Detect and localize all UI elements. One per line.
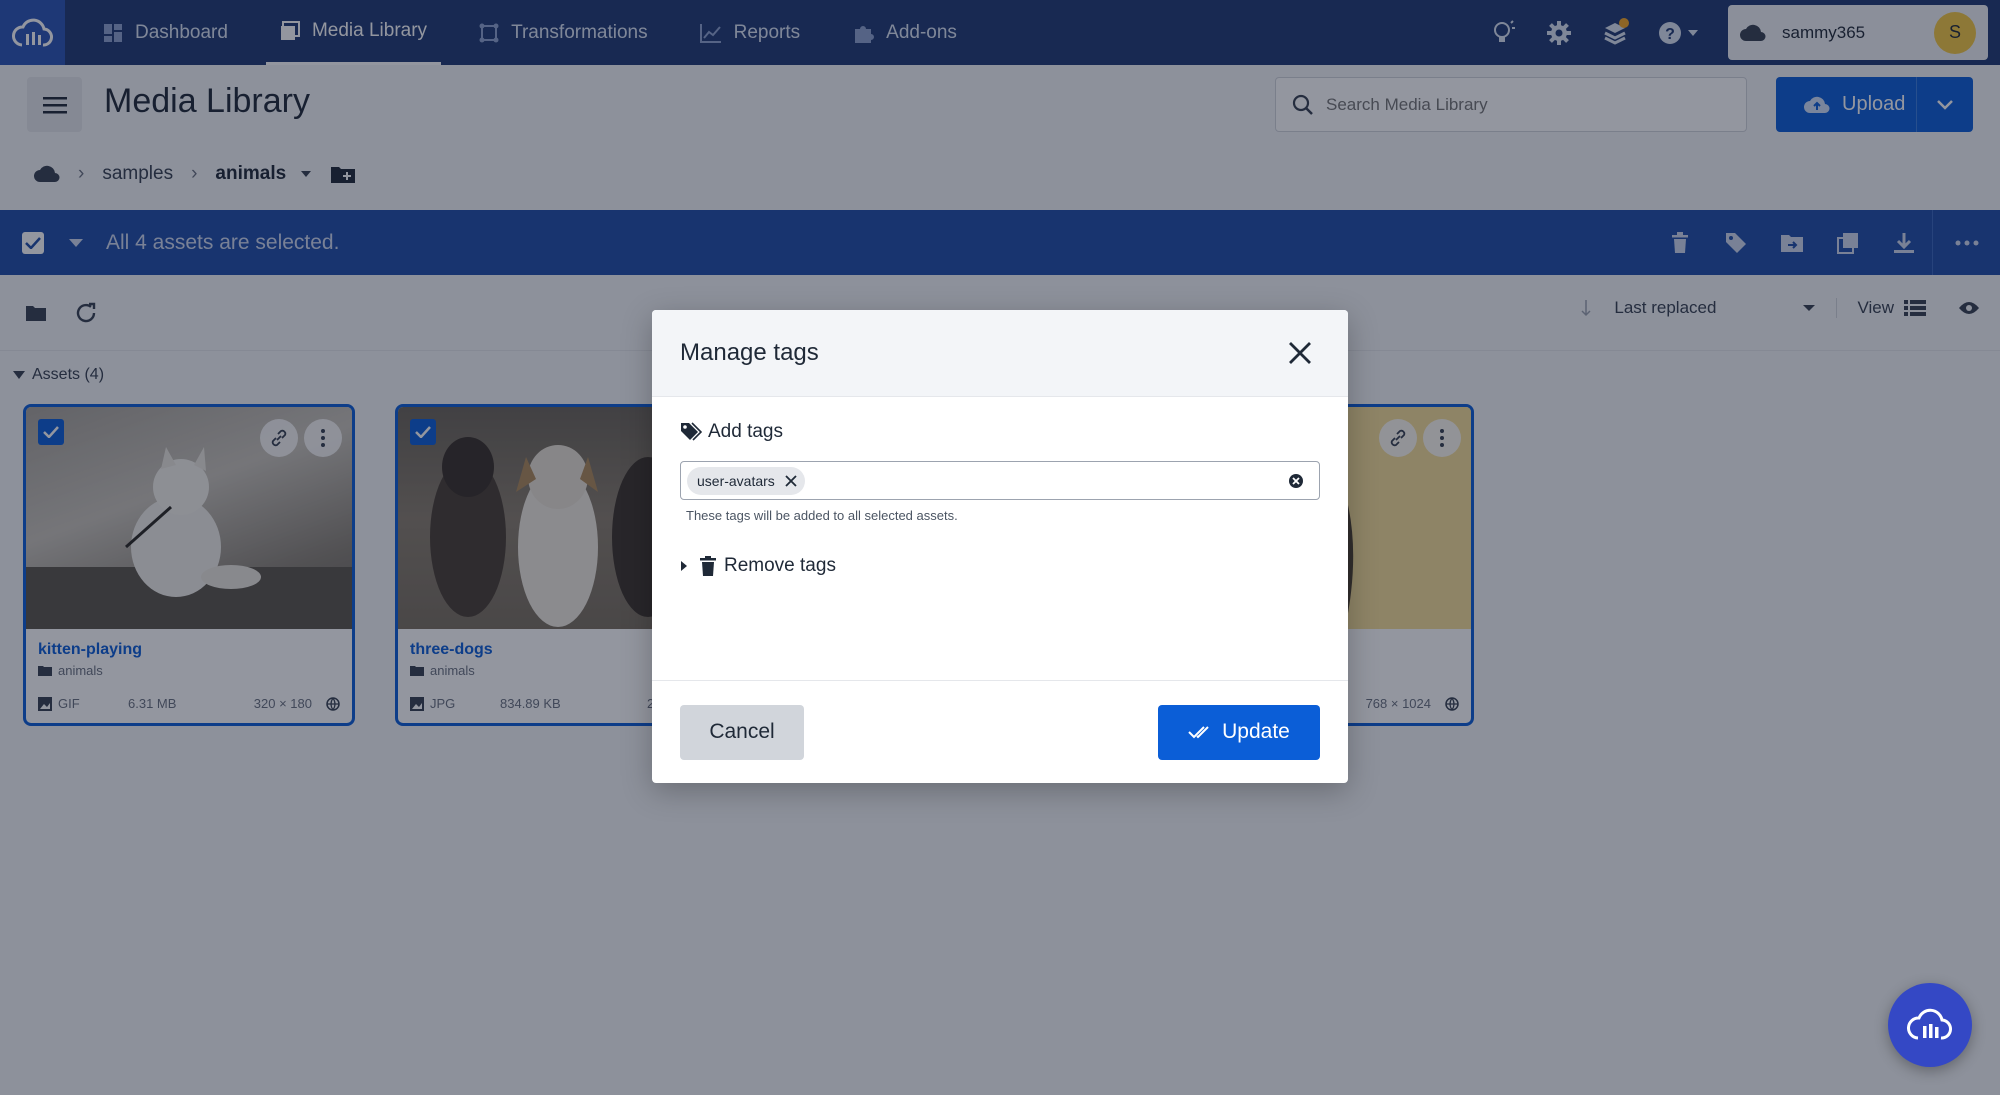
clear-tags-button[interactable] <box>1285 470 1307 492</box>
tags-icon <box>681 422 702 441</box>
close-icon <box>785 474 797 487</box>
update-label: Update <box>1222 720 1290 743</box>
dialog-header: Manage tags <box>652 310 1348 397</box>
help-chat-button[interactable] <box>1888 983 1972 1067</box>
remove-tag-button[interactable] <box>785 474 797 487</box>
dialog-footer: Cancel Update <box>652 680 1348 783</box>
clear-circle-icon <box>1289 473 1303 488</box>
dialog-body: Add tags user-avatars These tags will be… <box>652 397 1348 680</box>
cancel-button[interactable]: Cancel <box>680 704 804 760</box>
cloudinary-cloud-icon <box>1907 1008 1952 1040</box>
remove-tags-toggle[interactable]: Remove tags <box>680 555 1320 577</box>
double-check-icon <box>1188 726 1209 739</box>
trash-icon <box>700 556 716 576</box>
tags-input[interactable]: user-avatars <box>680 461 1320 500</box>
helper-text: These tags will be added to all selected… <box>686 508 958 523</box>
tag-chip-label: user-avatars <box>697 472 775 489</box>
add-tags-heading: Add tags <box>680 421 1320 443</box>
add-tags-label: Add tags <box>708 421 783 442</box>
close-button[interactable] <box>1280 333 1320 373</box>
close-icon <box>1289 342 1311 364</box>
manage-tags-dialog: Manage tags Add tags user-avatars These … <box>652 310 1348 783</box>
dialog-title: Manage tags <box>680 339 819 366</box>
tag-chip: user-avatars <box>687 466 805 495</box>
caret-right-icon <box>681 561 687 571</box>
update-button[interactable]: Update <box>1158 704 1320 760</box>
remove-tags-label: Remove tags <box>724 555 836 576</box>
